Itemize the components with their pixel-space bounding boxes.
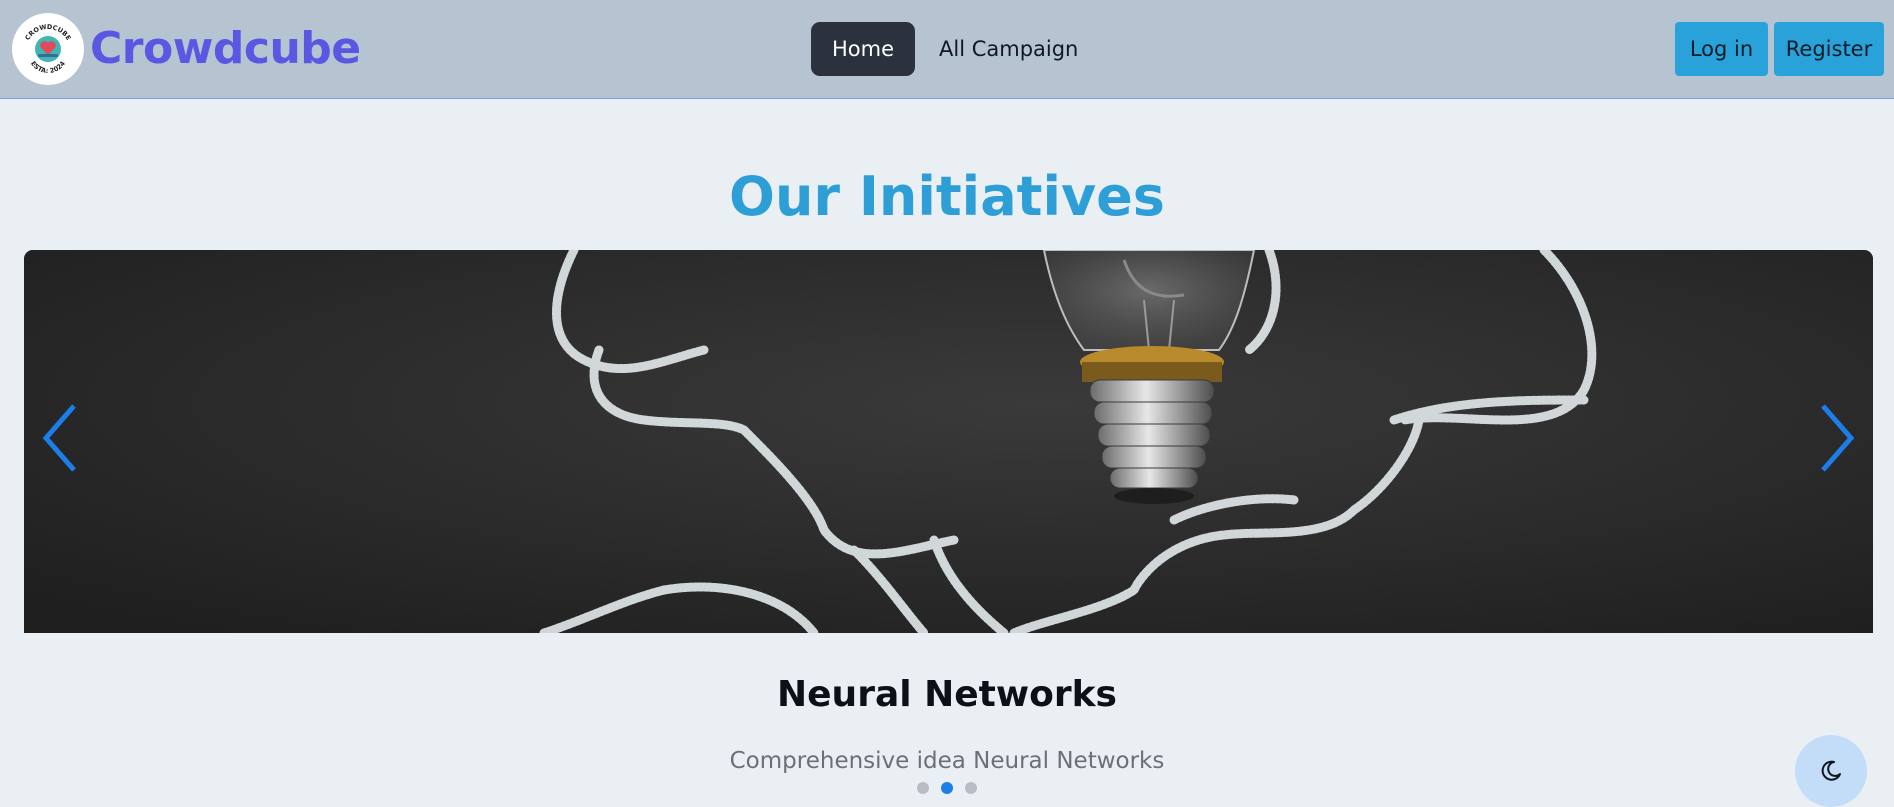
nav-links: Home All Campaign bbox=[811, 22, 1078, 76]
slide-image bbox=[24, 250, 1873, 633]
page-title: Our Initiatives bbox=[729, 165, 1165, 228]
theme-toggle-button[interactable] bbox=[1795, 735, 1867, 807]
register-button[interactable]: Register bbox=[1774, 22, 1884, 76]
carousel-dot-1[interactable] bbox=[917, 782, 929, 794]
nav-home-link[interactable]: Home bbox=[811, 22, 915, 76]
login-button[interactable]: Log in bbox=[1675, 22, 1768, 76]
carousel-dot-2[interactable] bbox=[941, 782, 953, 794]
navbar: CROWDCUBE ESTA: 2024 Crowdcube Home All … bbox=[0, 0, 1894, 99]
slide-description: Comprehensive idea Neural Networks bbox=[729, 748, 1165, 774]
carousel-next-button[interactable] bbox=[1811, 398, 1861, 478]
logo-badge-icon: CROWDCUBE ESTA: 2024 bbox=[13, 14, 83, 84]
chevron-left-icon bbox=[42, 404, 76, 472]
moon-icon bbox=[1821, 760, 1841, 781]
initiatives-carousel bbox=[24, 250, 1873, 633]
logo[interactable]: CROWDCUBE ESTA: 2024 bbox=[12, 13, 84, 85]
carousel-dot-3[interactable] bbox=[965, 782, 977, 794]
carousel-prev-button[interactable] bbox=[36, 398, 86, 478]
chevron-right-icon bbox=[1821, 404, 1855, 472]
brand-name[interactable]: Crowdcube bbox=[90, 22, 361, 76]
slide-title: Neural Networks bbox=[777, 674, 1117, 715]
carousel-pagination bbox=[0, 782, 1894, 794]
nav-all-campaign-link[interactable]: All Campaign bbox=[939, 22, 1078, 76]
